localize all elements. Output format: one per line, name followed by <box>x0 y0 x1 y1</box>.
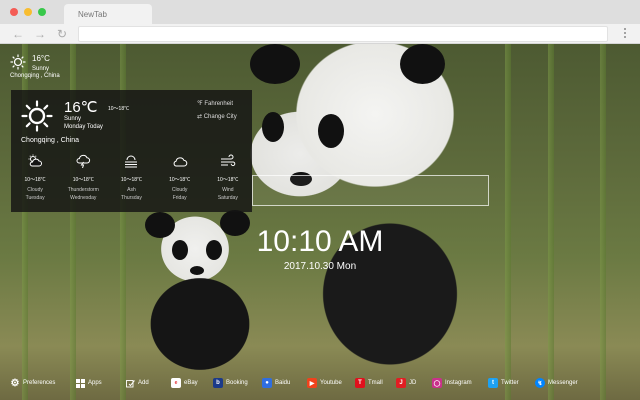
shortcut-label: JD <box>409 380 417 386</box>
apps-grid-icon <box>75 378 85 388</box>
shortcut-tmall[interactable]: T Tmall <box>355 376 383 390</box>
sun-icon <box>21 100 53 132</box>
mini-location: Chongqing , China <box>10 73 60 79</box>
shortcut-booking[interactable]: b Booking <box>213 376 248 390</box>
forecast-day: 10～18℃ Cloudy Tuesday <box>11 154 59 201</box>
back-arrow-icon[interactable]: ← <box>12 27 24 41</box>
shortcut-label: Baidu <box>275 380 291 386</box>
forecast-day-name: Friday <box>172 195 187 201</box>
browser-menu-icon[interactable] <box>624 28 628 40</box>
baidu-icon: ● <box>262 378 272 388</box>
forecast-range: 10～18℃ <box>169 177 191 183</box>
close-window-button[interactable] <box>10 8 18 16</box>
ash-icon <box>125 155 138 168</box>
wind-icon <box>220 154 236 167</box>
forecast-condition: Wind <box>222 187 234 193</box>
forecast-range: 10～18℃ <box>217 177 239 183</box>
browser-tab-bar: NewTab <box>0 0 640 24</box>
current-temp-range: 10～18℃ <box>108 106 130 112</box>
twitter-icon: t <box>488 378 498 388</box>
shortcut-label: Preferences <box>23 380 56 386</box>
shortcut-label: Youtube <box>320 380 342 386</box>
forward-arrow-icon[interactable]: → <box>34 27 46 41</box>
minimize-window-button[interactable] <box>24 8 32 16</box>
shortcut-add[interactable]: Add <box>125 376 149 390</box>
search-input[interactable] <box>252 175 489 206</box>
shortcut-messenger[interactable]: ↯ Messenger <box>535 376 578 390</box>
current-day: Monday Today <box>64 124 103 130</box>
cloudy-sun-icon <box>28 154 43 167</box>
shortcut-label: Messenger <box>548 380 578 386</box>
shortcut-label: Twitter <box>501 380 519 386</box>
shortcut-label: Booking <box>226 380 248 386</box>
mini-temperature: 16°C <box>32 54 50 63</box>
shortcut-apps[interactable]: Apps <box>75 376 102 390</box>
mini-condition: Sunny <box>32 66 50 72</box>
shortcut-label: Instagram <box>445 380 472 386</box>
change-city-link[interactable]: ⇄ Change City <box>197 113 237 120</box>
forecast-condition: Ash <box>127 187 136 193</box>
shortcut-jd[interactable]: J JD <box>396 376 416 390</box>
youtube-icon: ▶ <box>307 378 317 388</box>
forecast-day: 10～18℃ Cloudy Friday <box>156 154 204 201</box>
forecast-condition: Cloudy <box>171 187 188 193</box>
forecast-condition: Cloudy <box>27 187 43 193</box>
forecast-range: 10～18℃ <box>72 177 94 183</box>
forecast-condition: Thunderstorm <box>67 187 99 193</box>
shortcut-label: eBay <box>184 380 198 386</box>
tmall-icon: T <box>355 378 365 388</box>
reload-icon[interactable]: ↻ <box>57 27 67 41</box>
shortcut-ebay[interactable]: e eBay <box>171 376 198 390</box>
clock-date: 2017.10.30 Mon <box>283 261 357 272</box>
weather-panel: 16℃ 10～18℃ Sunny Monday Today ℉ Fahrenhe… <box>11 90 252 212</box>
shortcut-youtube[interactable]: ▶ Youtube <box>307 376 342 390</box>
jd-icon: J <box>396 378 406 388</box>
shortcut-instagram[interactable]: ◯ Instagram <box>432 376 472 390</box>
clock-time: 10:10 AM <box>256 225 384 258</box>
address-bar[interactable] <box>78 26 608 42</box>
booking-icon: b <box>213 378 223 388</box>
shortcut-label: Tmall <box>368 380 383 386</box>
gear-icon: ⚙ <box>10 377 20 389</box>
shortcut-label: Apps <box>88 380 102 386</box>
forecast-list: 10～18℃ Cloudy Tuesday 10～18℃ Thunderstor… <box>11 154 252 201</box>
maximize-window-button[interactable] <box>38 8 46 16</box>
messenger-icon: ↯ <box>535 378 545 388</box>
add-icon <box>125 378 135 388</box>
ebay-icon: e <box>171 378 181 388</box>
forecast-day-name: Wednesday <box>70 195 97 201</box>
current-condition: Sunny <box>64 116 82 122</box>
shortcut-preferences[interactable]: ⚙ Preferences <box>10 376 56 390</box>
shortcut-bar: ⚙ Preferences Apps Add e eBay b Booking … <box>0 376 640 390</box>
weather-location: Chongqing , China <box>21 137 79 144</box>
thunderstorm-icon <box>76 154 91 168</box>
fahrenheit-toggle[interactable]: ℉ Fahrenheit <box>197 100 233 107</box>
forecast-day: 10～18℃ Wind Saturday <box>204 154 252 201</box>
forecast-day-name: Thursday <box>121 195 142 201</box>
shortcut-label: Add <box>138 380 149 386</box>
forecast-day-name: Tuesday <box>25 195 45 201</box>
forecast-day-name: Saturday <box>217 195 238 201</box>
forecast-day: 10～18℃ Ash Thursday <box>107 154 155 201</box>
shortcut-baidu[interactable]: ● Baidu <box>262 376 290 390</box>
current-temperature: 16℃ <box>64 99 98 116</box>
sun-icon <box>10 54 26 70</box>
forecast-range: 10～18℃ <box>120 177 143 183</box>
browser-toolbar: ← → ↻ <box>0 24 640 44</box>
browser-tab[interactable]: NewTab <box>64 4 152 24</box>
window-controls <box>10 8 46 16</box>
shortcut-twitter[interactable]: t Twitter <box>488 376 519 390</box>
forecast-range: 10～18℃ <box>24 177 46 183</box>
instagram-icon: ◯ <box>432 378 442 388</box>
tab-title: NewTab <box>78 10 107 19</box>
forecast-day: 10～18℃ Thunderstorm Wednesday <box>59 154 107 201</box>
cloud-icon <box>173 157 187 167</box>
